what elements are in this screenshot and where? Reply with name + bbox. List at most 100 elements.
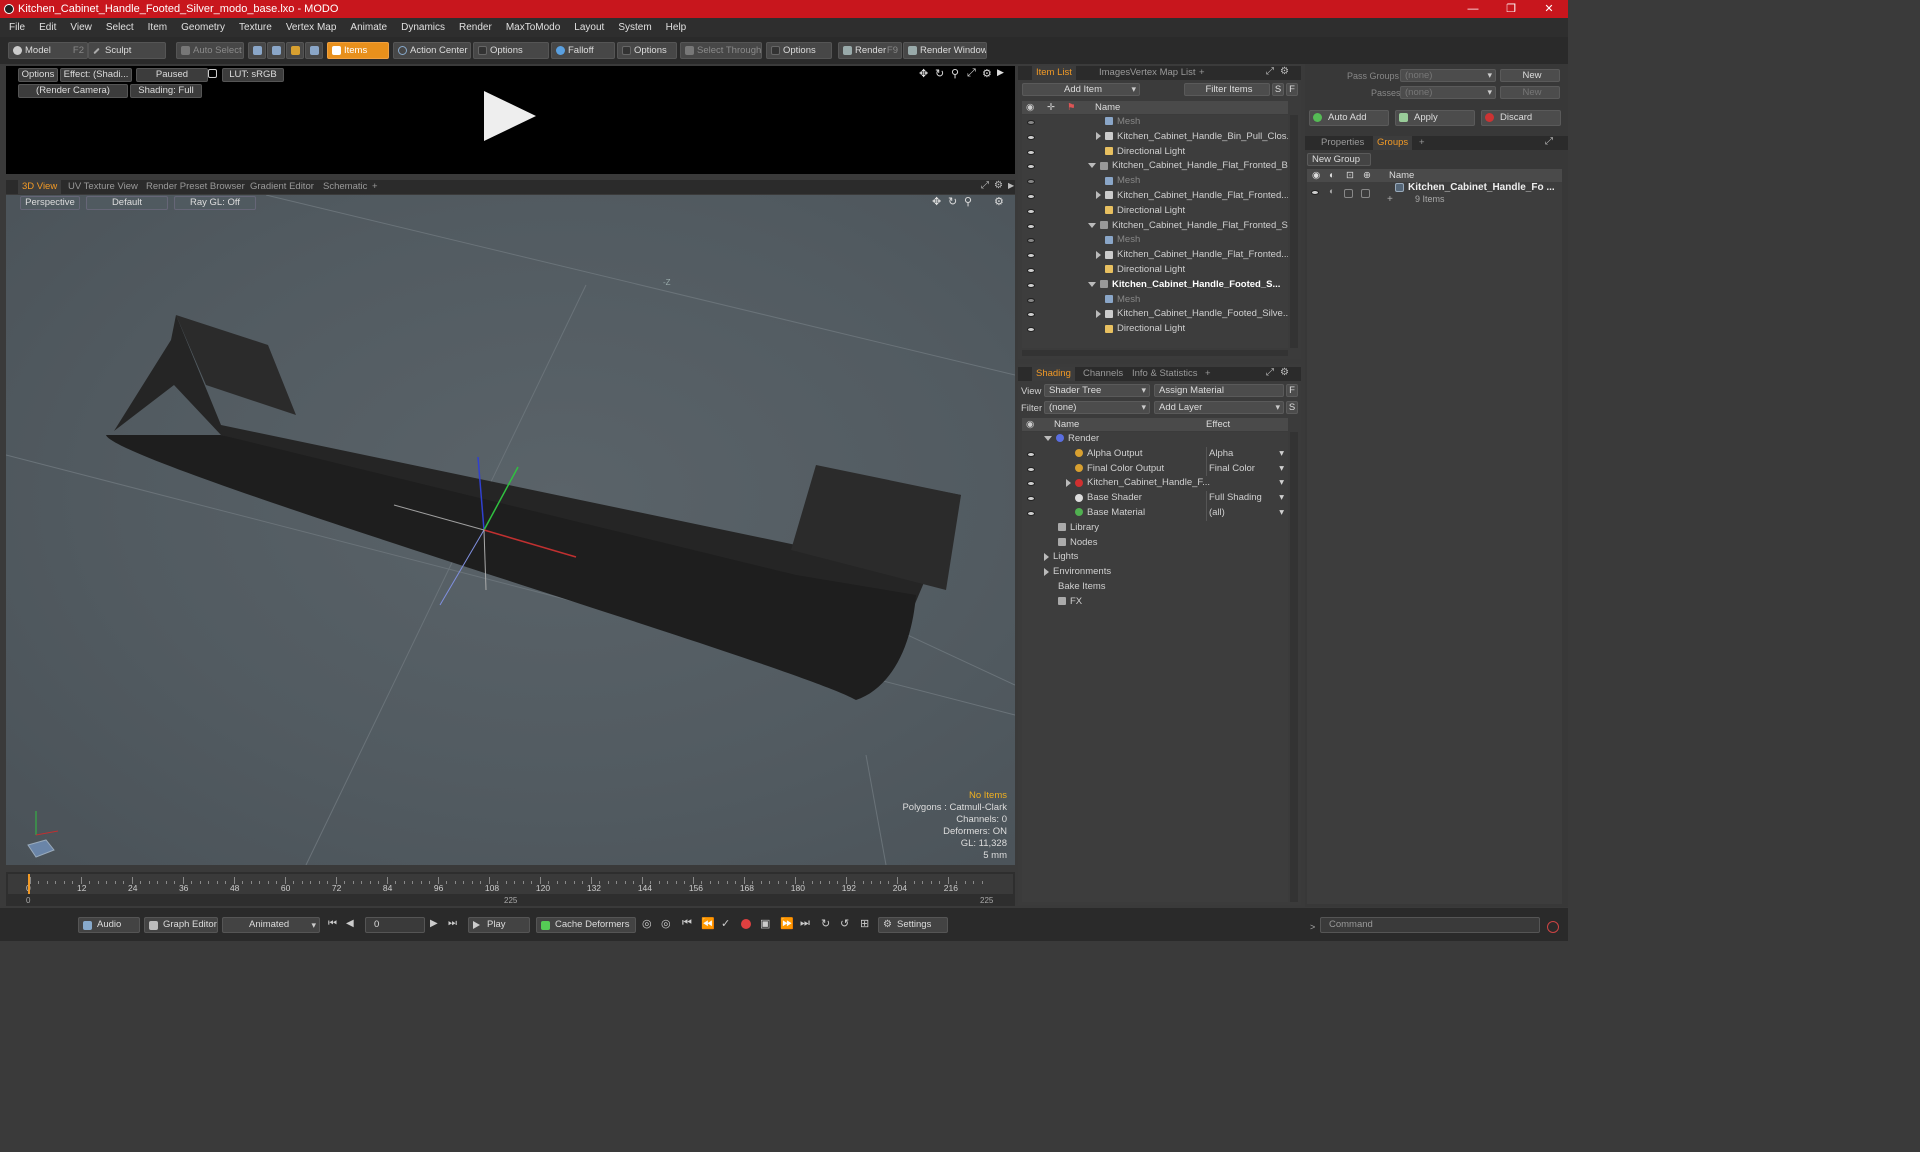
- eye-icon[interactable]: [1027, 149, 1035, 155]
- chevron-right-icon[interactable]: [1096, 191, 1101, 200]
- chevron-right-icon[interactable]: [1096, 132, 1101, 141]
- eye-icon[interactable]: [1027, 481, 1035, 487]
- auto-select-button[interactable]: Auto Select: [176, 42, 244, 59]
- pass-groups-dropdown[interactable]: (none): [1400, 69, 1496, 82]
- render-toggle-icon[interactable]: ◐: [1329, 186, 1334, 196]
- effect-dropdown[interactable]: Final Color ▾: [1206, 461, 1286, 477]
- eye-icon[interactable]: [1027, 268, 1035, 273]
- key-all-icon[interactable]: ◎: [661, 917, 671, 930]
- shader-tree-row[interactable]: Render: [1022, 432, 1288, 447]
- new-pass-group-button[interactable]: New: [1500, 69, 1560, 82]
- item-list-row[interactable]: Directional Light: [1022, 322, 1288, 337]
- shader-tree-row[interactable]: Library: [1022, 521, 1288, 536]
- shader-tree-row[interactable]: Alpha Output Alpha ▾: [1022, 446, 1288, 462]
- preview-shading-dropdown[interactable]: Shading: Full: [130, 84, 202, 98]
- chevron-right-icon[interactable]: [1044, 567, 1049, 576]
- eye-icon[interactable]: [1027, 282, 1035, 288]
- polygons-mode-button[interactable]: [286, 42, 304, 59]
- tab-channels[interactable]: Channels: [1079, 367, 1127, 381]
- prev-key-icon[interactable]: ⏮: [682, 917, 692, 930]
- chevron-right-icon[interactable]: [1066, 478, 1071, 487]
- falloff-button[interactable]: Falloff: [551, 42, 615, 59]
- tab-vertex-map-list[interactable]: Vertex Map List: [1126, 66, 1199, 80]
- chevron-down-icon[interactable]: [1088, 281, 1096, 287]
- tab-item-list[interactable]: Item List: [1032, 66, 1076, 80]
- item-list-row[interactable]: Kitchen_Cabinet_Handle_Footed_Silve...: [1022, 307, 1288, 322]
- action-center-button[interactable]: Action Center: [393, 42, 471, 59]
- frame-input[interactable]: 0: [365, 917, 425, 933]
- expand-icon[interactable]: ⤢: [1266, 66, 1274, 77]
- menu-dynamics[interactable]: Dynamics: [394, 18, 452, 37]
- tab-properties[interactable]: Properties: [1317, 136, 1368, 150]
- tab-groups[interactable]: Groups: [1373, 136, 1413, 150]
- rotate-view-icon[interactable]: ↻: [935, 67, 944, 80]
- key-icon[interactable]: ◎: [642, 917, 652, 930]
- next-key-icon[interactable]: ⏭: [800, 917, 810, 930]
- eye-icon[interactable]: [1027, 194, 1035, 199]
- set-key-icon[interactable]: ▣: [760, 917, 770, 930]
- filter-s-button[interactable]: S: [1272, 83, 1284, 96]
- edges-mode-button[interactable]: [267, 42, 285, 59]
- action-center-options-button[interactable]: Options: [473, 42, 549, 59]
- menu-geometry[interactable]: Geometry: [174, 18, 232, 37]
- animated-dropdown[interactable]: Animated: [222, 917, 320, 933]
- passes-dropdown[interactable]: (none): [1400, 86, 1496, 99]
- effect-dropdown[interactable]: (all) ▾: [1206, 506, 1286, 521]
- eye-icon[interactable]: [1027, 208, 1035, 214]
- item-list-row[interactable]: Mesh: [1022, 293, 1288, 308]
- shading-f-button[interactable]: F: [1286, 384, 1298, 397]
- item-list-row[interactable]: Directional Light: [1022, 145, 1288, 160]
- lock-icon[interactable]: [208, 69, 217, 78]
- eye-icon[interactable]: [1027, 238, 1035, 244]
- chevron-right-icon[interactable]: [1096, 250, 1101, 259]
- tab-gradient-editor[interactable]: Gradient Editor: [246, 180, 318, 194]
- arrow-right-icon[interactable]: ▶: [997, 67, 1004, 78]
- menu-help[interactable]: Help: [659, 18, 694, 37]
- eye-icon[interactable]: [1027, 164, 1035, 170]
- menu-file[interactable]: File: [2, 18, 32, 37]
- select-through-options-button[interactable]: Options: [766, 42, 832, 59]
- command-input[interactable]: Command: [1320, 917, 1540, 933]
- prev-frame-icon[interactable]: ⏪: [701, 917, 715, 930]
- settings-button[interactable]: ⚙ Settings: [878, 917, 948, 933]
- shader-tree-row[interactable]: FX: [1022, 595, 1288, 610]
- auto-key-icon[interactable]: ✓: [721, 917, 730, 930]
- tab-schematic[interactable]: Schematic: [319, 180, 371, 194]
- cabinet-handle-mesh[interactable]: [106, 315, 961, 700]
- scene-canvas[interactable]: -Z: [6, 195, 1015, 865]
- view-dropdown[interactable]: Shader Tree: [1044, 384, 1150, 397]
- zoom-view-icon[interactable]: ⚲: [951, 67, 959, 80]
- preview-camera-dropdown[interactable]: (Render Camera): [18, 84, 128, 98]
- maximize-button[interactable]: ❐: [1492, 0, 1530, 18]
- chevron-right-icon[interactable]: [1096, 309, 1101, 318]
- add-layer-dropdown[interactable]: Add Layer: [1154, 401, 1284, 414]
- menu-animate[interactable]: Animate: [343, 18, 394, 37]
- assign-material-button[interactable]: Assign Material: [1154, 384, 1284, 397]
- stop-icon[interactable]: [1547, 921, 1559, 933]
- loop-range-icon[interactable]: ↺: [840, 917, 849, 930]
- eye-icon[interactable]: [1027, 120, 1035, 125]
- materials-mode-button[interactable]: [305, 42, 323, 59]
- shader-tree-row[interactable]: Base Material (all) ▾: [1022, 506, 1288, 521]
- tab-uv-texture-view[interactable]: UV Texture View: [64, 180, 142, 194]
- gear-icon[interactable]: ⚙: [1280, 367, 1289, 378]
- menu-item[interactable]: Item: [141, 18, 174, 37]
- tab-shading[interactable]: Shading: [1032, 367, 1075, 381]
- new-pass-button[interactable]: New: [1500, 86, 1560, 99]
- tab-info-statistics[interactable]: Info & Statistics: [1128, 367, 1201, 381]
- eye-icon[interactable]: [1027, 134, 1035, 140]
- discard-button[interactable]: Discard: [1481, 110, 1561, 126]
- play-preview-icon[interactable]: [484, 91, 536, 141]
- preview-lut-dropdown[interactable]: LUT: sRGB: [222, 68, 284, 82]
- group-row[interactable]: ◐ + Kitchen_Cabinet_Handle_Fo ... 9 Item…: [1307, 182, 1562, 210]
- item-list-row[interactable]: Mesh: [1022, 174, 1288, 189]
- item-list-row[interactable]: Mesh: [1022, 115, 1288, 130]
- close-button[interactable]: ✕: [1530, 0, 1568, 18]
- eye-icon[interactable]: [1311, 190, 1319, 195]
- item-list-scrollbar[interactable]: [1290, 115, 1298, 348]
- eye-icon[interactable]: [1027, 312, 1035, 318]
- item-list-row[interactable]: Directional Light: [1022, 204, 1288, 219]
- shader-tree-row[interactable]: Nodes: [1022, 536, 1288, 551]
- chevron-down-icon[interactable]: [1088, 222, 1096, 228]
- new-group-button[interactable]: New Group: [1307, 153, 1371, 166]
